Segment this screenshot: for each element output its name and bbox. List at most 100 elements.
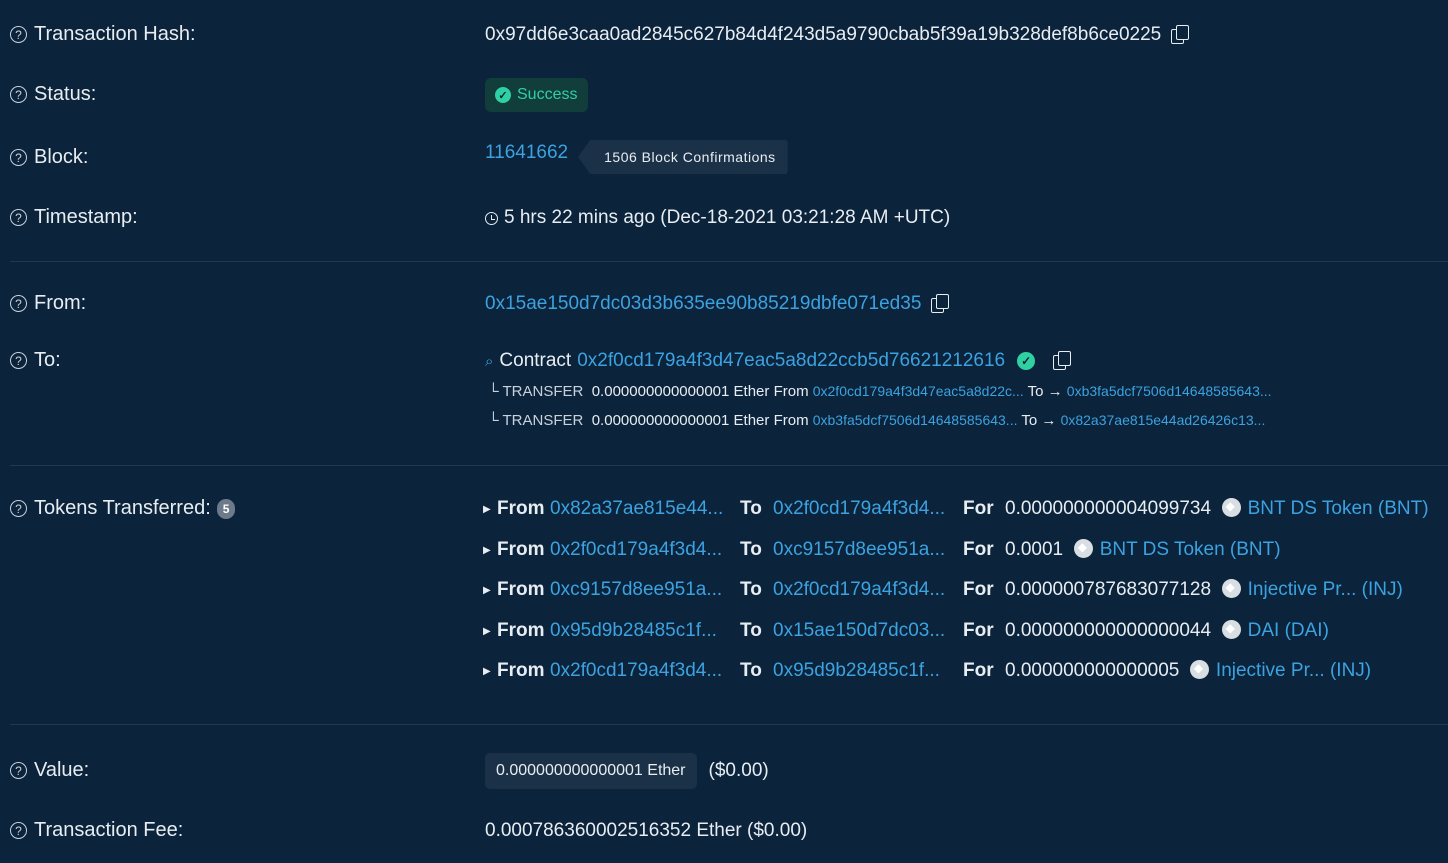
value-usd: ($0.00) — [708, 760, 769, 781]
help-icon[interactable]: ? — [10, 295, 27, 312]
token-for-word: For — [963, 579, 994, 600]
token-from-word: From — [497, 579, 545, 600]
to-label: To: — [34, 349, 61, 371]
from-value-row: 0x15ae150d7dc03d3b635ee90b85219dbfe071ed… — [485, 293, 950, 315]
from-address-link[interactable]: 0x15ae150d7dc03d3b635ee90b85219dbfe071ed… — [485, 293, 921, 315]
token-logo-icon — [1073, 539, 1093, 558]
fee-label: Transaction Fee: — [34, 819, 184, 841]
token-to-word: To — [740, 498, 762, 519]
token-to-link[interactable]: 0x2f0cd179a4f3d4... — [773, 498, 945, 520]
copy-icon[interactable] — [931, 294, 950, 314]
clock-icon — [485, 211, 498, 225]
token-amount-with-name: 0.0001 BNT DS Token (BNT) — [1005, 539, 1281, 561]
help-icon[interactable]: ? — [10, 500, 27, 517]
help-icon[interactable]: ? — [10, 762, 27, 779]
token-name-link[interactable]: Injective Pr... (INJ) — [1248, 579, 1403, 600]
transfer-to-link[interactable]: 0x82a37ae815e44ad26426c13... — [1061, 412, 1266, 428]
help-icon[interactable]: ? — [10, 822, 27, 839]
block-number-link[interactable]: 11641662 — [485, 142, 568, 164]
contract-address-link[interactable]: 0x2f0cd179a4f3d47eac5a8d22ccb5d766212126… — [577, 350, 1005, 372]
transfer-from-link[interactable]: 0x2f0cd179a4f3d47eac5a8d22c... — [813, 383, 1024, 399]
expand-triangle-icon[interactable]: ▶ — [483, 585, 491, 596]
divider — [10, 261, 1448, 262]
token-from-link[interactable]: 0x2f0cd179a4f3d4... — [550, 660, 722, 682]
token-from-link[interactable]: 0x82a37ae815e44... — [550, 498, 723, 520]
token-from-word: From — [497, 498, 545, 519]
help-icon[interactable]: ? — [10, 149, 27, 166]
token-to-word: To — [740, 620, 762, 641]
timestamp-label: Timestamp: — [34, 206, 138, 228]
token-amount-with-name: 0.000000000000005 Injective Pr... (INJ) — [1005, 660, 1371, 682]
transfer-from-word: From — [773, 383, 809, 400]
token-amount: 0.000000787683077128 — [1005, 579, 1212, 600]
value-label-row: ? Value: — [10, 759, 89, 782]
internal-transfer-row: └ TRANSFER 0.000000000000001 Ether From … — [488, 412, 1265, 429]
transfer-from-link[interactable]: 0xb3fa5dcf7506d14648585643... — [813, 412, 1018, 428]
copy-icon[interactable] — [1171, 25, 1190, 45]
from-label-row: ? From: — [10, 292, 86, 315]
divider — [10, 465, 1448, 466]
expand-triangle-icon[interactable]: ▶ — [483, 626, 491, 637]
block-value-row: 11641662 1506 Block Confirmations — [485, 140, 788, 174]
token-amount: 0.000000000004099734 — [1005, 498, 1212, 519]
token-to-word: To — [740, 539, 762, 560]
token-from-word: From — [497, 660, 545, 681]
token-logo-icon — [1189, 660, 1209, 679]
expand-triangle-icon[interactable]: ▶ — [483, 545, 491, 556]
value-amount-badge: 0.000000000000001 Ether — [485, 753, 697, 789]
divider — [10, 724, 1448, 725]
token-from-link[interactable]: 0x2f0cd179a4f3d4... — [550, 539, 722, 561]
token-for-word: For — [963, 620, 994, 641]
token-for-word: For — [963, 660, 994, 681]
status-badge: ✓ Success — [485, 78, 589, 112]
token-logo-icon — [1221, 579, 1241, 598]
transfer-amount: 0.000000000000001 Ether — [591, 412, 770, 429]
timestamp-value: 5 hrs 22 mins ago (Dec-18-2021 03:21:28 … — [504, 207, 951, 228]
block-label-row: ? Block: — [10, 146, 88, 169]
contract-word: Contract — [499, 350, 572, 371]
token-amount-with-name: 0.000000000004099734 BNT DS Token (BNT) — [1005, 498, 1429, 520]
token-amount-with-name: 0.000000000000000044 DAI (DAI) — [1005, 620, 1329, 642]
status-text: Success — [517, 86, 578, 103]
token-from-link[interactable]: 0x95d9b28485c1f... — [550, 620, 717, 642]
transfer-prefix: └ TRANSFER — [488, 412, 584, 429]
token-name-link[interactable]: DAI (DAI) — [1248, 620, 1329, 641]
to-value-row: ⌕ Contract 0x2f0cd179a4f3d47eac5a8d22ccb… — [485, 350, 1072, 372]
value-value-row: 0.000000000000001 Ether ($0.00) — [485, 753, 769, 789]
token-from-word: From — [497, 620, 545, 641]
expand-triangle-icon[interactable]: ▶ — [483, 666, 491, 677]
help-icon[interactable]: ? — [10, 86, 27, 103]
timestamp-value-row: 5 hrs 22 mins ago (Dec-18-2021 03:21:28 … — [485, 207, 950, 229]
expand-triangle-icon[interactable]: ▶ — [483, 504, 491, 515]
internal-transfer-row: └ TRANSFER 0.000000000000001 Ether From … — [488, 383, 1272, 400]
hash-label-row: ? Transaction Hash: — [10, 23, 196, 46]
transaction-fee: 0.000786360002516352 Ether ($0.00) — [485, 820, 808, 841]
token-logo-icon — [1221, 620, 1241, 639]
check-circle-icon: ✓ — [495, 87, 511, 103]
help-icon[interactable]: ? — [10, 209, 27, 226]
help-icon[interactable]: ? — [10, 352, 27, 369]
fee-label-row: ? Transaction Fee: — [10, 819, 183, 842]
token-to-word: To — [740, 660, 762, 681]
transfer-to-link[interactable]: 0xb3fa5dcf7506d14648585643... — [1067, 383, 1272, 399]
token-name-link[interactable]: BNT DS Token (BNT) — [1248, 498, 1429, 519]
block-label: Block: — [34, 146, 89, 168]
from-label: From: — [34, 292, 87, 314]
value-label: Value: — [34, 759, 90, 781]
help-icon[interactable]: ? — [10, 26, 27, 43]
tokens-label: Tokens Transferred: — [34, 497, 211, 519]
token-to-link[interactable]: 0x2f0cd179a4f3d4... — [773, 579, 945, 601]
transfer-to-word: To → — [1027, 383, 1063, 400]
verified-check-icon: ✓ — [1017, 352, 1036, 370]
token-to-link[interactable]: 0x95d9b28485c1f... — [773, 660, 940, 682]
transaction-hash: 0x97dd6e3caa0ad2845c627b84d4f243d5a9790c… — [485, 24, 1162, 45]
token-from-link[interactable]: 0xc9157d8ee951a... — [550, 579, 722, 601]
token-name-link[interactable]: Injective Pr... (INJ) — [1216, 660, 1371, 681]
copy-icon[interactable] — [1053, 351, 1072, 371]
timestamp-label-row: ? Timestamp: — [10, 206, 138, 229]
transfer-amount: 0.000000000000001 Ether — [591, 383, 770, 400]
token-to-link[interactable]: 0x15ae150d7dc03... — [773, 620, 945, 642]
token-to-link[interactable]: 0xc9157d8ee951a... — [773, 539, 945, 561]
token-name-link[interactable]: BNT DS Token (BNT) — [1100, 539, 1281, 560]
search-contract-icon: ⌕ — [485, 352, 494, 370]
